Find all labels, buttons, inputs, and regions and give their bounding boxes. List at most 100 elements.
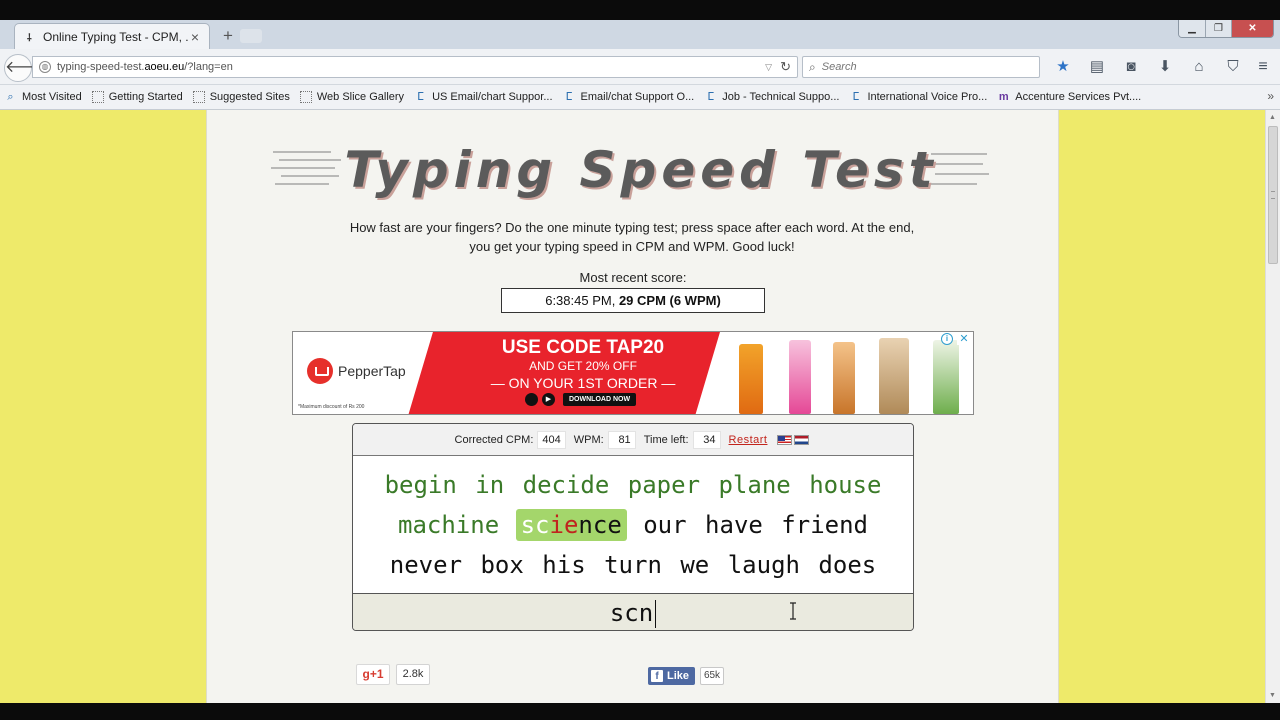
advertisement-banner[interactable]: PepperTap USE CODE TAP20 AND GET 20% OFF… — [292, 331, 974, 415]
globe-icon: ◍ — [39, 61, 51, 73]
bookmark-item[interactable]: ⵎ Email/chat Support O... — [563, 91, 695, 104]
corrected-cpm-label: Corrected CPM: — [454, 433, 534, 446]
ibeam-cursor-icon — [790, 602, 796, 620]
bookmark-item[interactable]: ⵎ US Email/chart Suppor... — [414, 91, 552, 104]
screen-bottom-strip — [0, 703, 1280, 720]
bookmark-item[interactable]: Getting Started — [91, 91, 183, 103]
bookmark-item[interactable]: ⵎ International Voice Pro... — [849, 90, 988, 104]
blank-page-icon — [299, 91, 312, 103]
home-icon[interactable]: ⌂ — [1182, 56, 1216, 78]
tab-bar: ⸸ Online Typing Test - CPM, ... × + ▁ ❐ … — [0, 20, 1280, 49]
close-icon[interactable]: × — [189, 29, 201, 45]
typing-test-panel: Corrected CPM: 404 WPM: 81 Time left: 34… — [352, 423, 914, 631]
close-window-button[interactable]: ✕ — [1231, 20, 1273, 37]
logo-text: Typing Speed Test — [344, 141, 938, 199]
scrollbar-grip — [1271, 191, 1275, 199]
most-visited-icon: ⌕ — [7, 90, 14, 103]
url-text[interactable]: typing-speed-test.aoeu.eu/?lang=en — [57, 61, 765, 73]
word: in — [475, 471, 505, 499]
word: plane — [718, 471, 791, 499]
word: laugh — [727, 551, 800, 579]
ad-code-line: USE CODE TAP20 — [501, 337, 665, 358]
us-flag-icon[interactable] — [777, 434, 793, 445]
current-word-correct-chars: sc — [520, 511, 550, 539]
search-input[interactable] — [821, 61, 1022, 73]
tab-typing-test[interactable]: ⸸ Online Typing Test - CPM, ... × — [14, 23, 210, 49]
menu-icon[interactable]: ≡ — [1246, 56, 1280, 78]
site-logo[interactable]: Typing Speed Test — [271, 140, 991, 200]
hidden-tab[interactable] — [240, 29, 262, 43]
restore-button[interactable]: ❐ — [1205, 20, 1231, 37]
herbal-tube-image — [933, 340, 959, 414]
scroll-up-arrow-icon[interactable]: ▲ — [1269, 114, 1276, 121]
info-icon[interactable]: i — [941, 333, 953, 345]
face-wash-tube-image — [879, 338, 909, 414]
restart-link[interactable]: Restart — [729, 434, 768, 446]
search-icon: ⌕ — [809, 59, 816, 74]
play-store-icon[interactable]: ▶ — [542, 393, 555, 406]
bookmark-item[interactable]: Suggested Sites — [192, 91, 290, 103]
apple-icon[interactable] — [525, 393, 538, 406]
word: does — [818, 551, 877, 579]
site-icon: ⵎ — [417, 90, 424, 103]
bookmark-item[interactable]: ⌕ Most Visited — [4, 90, 81, 104]
toolbar-icons: ★ ▤ ◙ ⬇ ⌂ ⛉ ≡ — [1046, 56, 1267, 78]
bookmarks-bar: ⌕ Most Visited Getting Started Suggested … — [0, 85, 1280, 110]
ad-store-links: ▶ DOWNLOAD NOW — [525, 393, 637, 406]
google-plus-button[interactable]: g+1 — [356, 664, 390, 685]
site-icon: ⵎ — [852, 90, 860, 103]
words-line-2: machine science our have friend — [363, 505, 903, 545]
chevron-down-icon[interactable]: ▽ — [765, 62, 772, 73]
intro-text: How fast are your fingers? Do the one mi… — [349, 220, 915, 254]
navigation-bar: 🡐 ◍ typing-speed-test.aoeu.eu/?lang=en ▽… — [0, 49, 1280, 85]
search-bar[interactable]: ⌕ — [802, 56, 1040, 78]
shield-icon[interactable]: ⛉ — [1216, 56, 1250, 78]
new-tab-button[interactable]: + — [216, 25, 240, 47]
time-left-value: 34 — [692, 430, 721, 449]
recent-score-time: 6:38:45 PM, — [545, 293, 619, 308]
facebook-like-button[interactable]: f Like — [648, 667, 695, 685]
ad-product-images — [725, 336, 973, 414]
google-plus-count: 2.8k — [396, 664, 430, 685]
scroll-down-arrow-icon[interactable]: ▼ — [1269, 692, 1276, 699]
ad-download-button[interactable]: DOWNLOAD NOW — [563, 393, 637, 406]
ad-order-line: — ON YOUR 1ST ORDER — — [490, 375, 676, 391]
facebook-like-label: Like — [667, 670, 690, 682]
bookmark-item[interactable]: ⵎ Job - Technical Suppo... — [704, 91, 839, 104]
window-controls: ▁ ❐ ✕ — [1178, 20, 1274, 38]
scrollbar-thumb[interactable] — [1268, 126, 1278, 264]
word: turn — [604, 551, 662, 579]
cream-tube-image — [789, 340, 811, 414]
chevron-right-icon[interactable]: » — [1267, 89, 1274, 103]
site-icon: ⵎ — [565, 90, 573, 103]
word: have — [705, 511, 763, 539]
word: box — [480, 551, 524, 579]
time-left-label: Time left: — [643, 433, 689, 446]
download-icon[interactable]: ⬇ — [1148, 56, 1182, 78]
url-bar[interactable]: ◍ typing-speed-test.aoeu.eu/?lang=en ▽ ↻ — [32, 56, 798, 78]
current-word-remaining-chars: nce — [578, 511, 622, 539]
typed-text: scn — [609, 599, 654, 627]
word: house — [809, 471, 882, 499]
words-display: begin in decide paper plane house machin… — [353, 457, 913, 593]
bookmark-item[interactable]: m Accenture Services Pvt.... — [997, 91, 1141, 104]
vertical-scrollbar[interactable]: ▲ ▼ — [1265, 110, 1280, 703]
pocket-icon[interactable]: ◙ — [1114, 56, 1148, 78]
recent-score-box: 6:38:45 PM, 29 CPM (6 WPM) — [501, 288, 765, 313]
recent-score-value: 29 CPM (6 WPM) — [618, 293, 721, 308]
bookmark-item[interactable]: Web Slice Gallery — [299, 91, 404, 103]
back-button[interactable]: 🡐 — [4, 54, 48, 82]
close-icon[interactable]: ✕ — [957, 333, 971, 345]
minimize-button[interactable]: ▁ — [1179, 20, 1205, 37]
screen-top-strip — [0, 0, 1280, 20]
typing-input[interactable]: scn — [353, 593, 913, 630]
cart-icon — [307, 358, 333, 384]
bookmarks-list-icon[interactable]: ▤ — [1080, 56, 1114, 78]
facebook-icon: f — [651, 670, 663, 682]
current-word: science — [515, 509, 627, 541]
site-icon: ⵎ — [707, 90, 715, 103]
ad-brand-name: PepperTap — [338, 363, 406, 379]
netherlands-flag-icon[interactable] — [794, 434, 810, 445]
bookmark-star-icon[interactable]: ★ — [1046, 56, 1080, 78]
reload-icon[interactable]: ↻ — [780, 59, 791, 75]
